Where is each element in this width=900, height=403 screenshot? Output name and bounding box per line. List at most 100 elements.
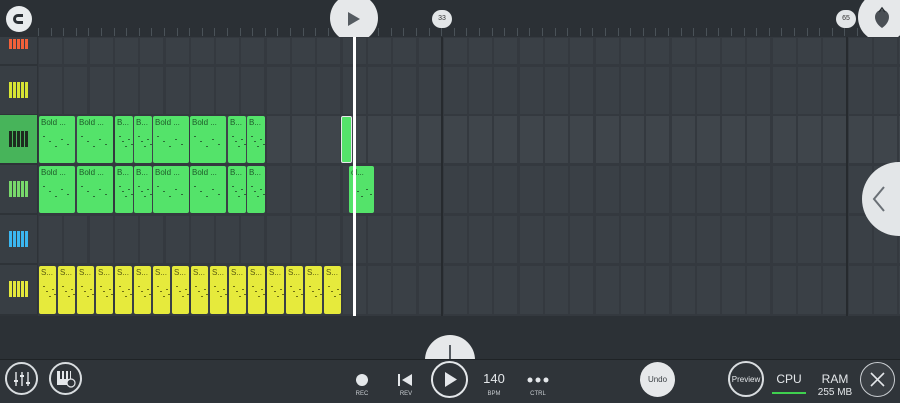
skip-back-icon (398, 374, 412, 386)
timeline-marker-33[interactable]: 33 (432, 10, 452, 28)
note (212, 189, 214, 190)
pattern-clip[interactable]: Bold ... (190, 166, 226, 213)
magnet-button[interactable] (6, 6, 32, 32)
pattern-clip[interactable]: S... (58, 266, 75, 314)
timeline-tick (668, 28, 669, 36)
close-button[interactable] (860, 362, 895, 397)
grid-cell (166, 67, 189, 114)
pattern-clip[interactable]: S... (96, 266, 113, 314)
pattern-clip[interactable]: B... (228, 166, 246, 213)
timeline-marker-65[interactable]: 65 (836, 10, 856, 28)
pattern-marker-icon (449, 345, 451, 359)
grid-cell (849, 116, 872, 163)
pattern-clip[interactable]: S... (191, 266, 208, 314)
pattern-clip[interactable]: S... (153, 266, 170, 314)
preview-button[interactable]: Preview (728, 361, 764, 397)
pattern-notes (232, 136, 246, 150)
pattern-clip[interactable]: Bold ... (190, 116, 226, 163)
playhead-line[interactable] (353, 37, 356, 316)
timeline-tick (189, 28, 190, 36)
pattern-clip[interactable]: S... (210, 266, 227, 314)
sidebar-track-6[interactable] (0, 265, 37, 314)
sidebar-track-1[interactable] (0, 37, 37, 64)
note (138, 136, 140, 137)
pattern-clip[interactable]: S... (324, 266, 341, 314)
grid-cell (444, 216, 467, 263)
timeline-tick (681, 28, 682, 36)
sidebar-track-3[interactable] (0, 115, 37, 163)
grid-cell (469, 67, 492, 114)
pattern-clip[interactable]: B... (115, 116, 133, 163)
pattern-clip[interactable]: S... (248, 266, 265, 314)
pattern-notes (328, 286, 341, 300)
pattern-clip[interactable]: Bold ... (77, 116, 113, 163)
note (144, 146, 146, 147)
cpu-meter[interactable]: CPU (770, 370, 808, 398)
ram-meter[interactable]: RAM 255 MB (812, 370, 858, 400)
pattern-clip[interactable]: S... (39, 266, 56, 314)
pattern-clip[interactable]: S... (305, 266, 322, 314)
play-icon (348, 12, 360, 26)
sidebar-track-4[interactable] (0, 165, 37, 213)
grid-cell (419, 116, 442, 163)
piano-key (17, 131, 20, 147)
timeline-tick (403, 28, 404, 36)
rewind-button[interactable]: REV (395, 372, 417, 400)
piano-key (25, 231, 28, 247)
piano-key (25, 131, 28, 147)
grid-cell (317, 38, 340, 64)
pattern-clip[interactable]: S... (115, 266, 132, 314)
grid-cell (64, 38, 87, 64)
note (93, 196, 95, 197)
pattern-clip[interactable]: B... (247, 166, 265, 213)
pattern-clip[interactable]: Bold ... (153, 166, 189, 213)
pattern-clip[interactable]: B... (134, 166, 152, 213)
timeline-tick (63, 28, 64, 36)
tempo-button[interactable]: 140 BPM (478, 368, 510, 400)
pattern-clip[interactable]: B... (228, 116, 246, 163)
note (55, 146, 57, 147)
grid-cell (90, 216, 113, 263)
piano-key (25, 281, 28, 297)
sidebar-track-5[interactable] (0, 215, 37, 263)
grid-cell (697, 216, 720, 263)
pattern-clip[interactable]: B... (134, 116, 152, 163)
pattern-clip[interactable]: S... (77, 266, 94, 314)
control-button[interactable]: CTRL (524, 372, 552, 400)
note (92, 294, 94, 295)
grid-cell (64, 67, 87, 114)
grid-cell (747, 266, 770, 314)
pattern-clip[interactable]: S... (286, 266, 303, 314)
grid-cell (216, 67, 239, 114)
grid-cell (317, 116, 340, 163)
sidebar-track-2[interactable] (0, 66, 37, 114)
pattern-clip[interactable]: B... (247, 116, 265, 163)
grid-cell (773, 266, 796, 314)
mixer-button[interactable] (5, 362, 38, 395)
pattern-clip[interactable]: Bold ... (153, 116, 189, 163)
timeline-tick (240, 28, 241, 36)
pattern-clip[interactable]: S... (172, 266, 189, 314)
note (163, 141, 165, 142)
record-button[interactable]: REC (352, 372, 372, 400)
pattern-clip[interactable]: B... (115, 166, 133, 213)
selected-pattern-clip[interactable] (341, 116, 352, 163)
pattern-clip[interactable]: S... (134, 266, 151, 314)
pattern-clip[interactable]: Bold ... (77, 166, 113, 213)
note (251, 136, 253, 137)
pattern-clip[interactable]: S... (267, 266, 284, 314)
note (124, 296, 127, 297)
transport-play-button[interactable] (431, 361, 468, 398)
note (235, 141, 237, 142)
pattern-label: Bold ... (79, 168, 104, 177)
pattern-clip[interactable]: Bold ... (39, 116, 75, 163)
grid-cell (570, 67, 593, 114)
grid-cell (722, 38, 745, 64)
pattern-clip[interactable]: S... (229, 266, 246, 314)
channel-settings-button[interactable] (49, 362, 82, 395)
pattern-label: S... (136, 268, 149, 277)
grid-cell (545, 266, 568, 314)
undo-button[interactable]: Undo (640, 362, 675, 397)
pattern-clip[interactable]: Bold ... (39, 166, 75, 213)
note (61, 139, 63, 140)
